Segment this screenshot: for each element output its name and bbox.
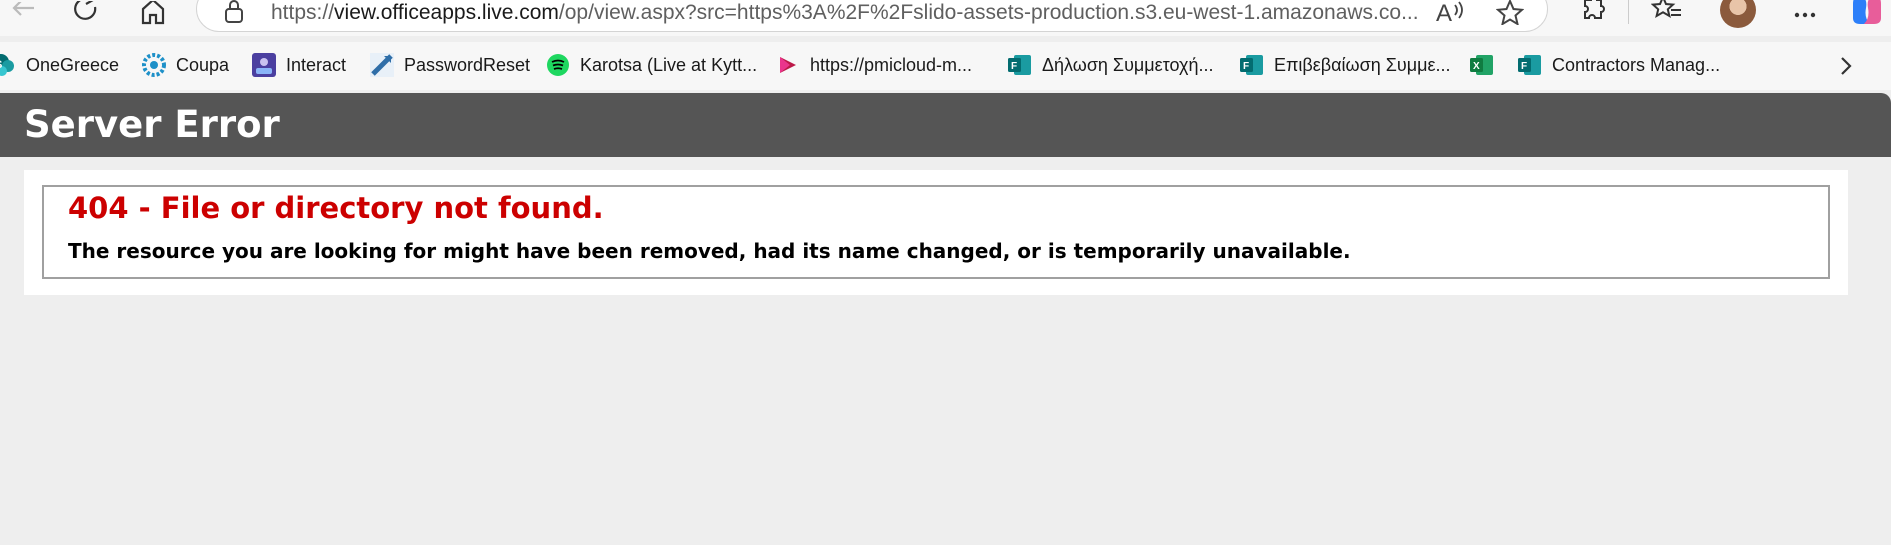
spotify-icon [546, 53, 570, 77]
address-bar[interactable]: https://view.officeapps.live.com/op/view… [196, 0, 1548, 32]
page-title: Server Error [24, 103, 280, 146]
error-header: Server Error [0, 93, 1891, 157]
svg-text:F: F [1243, 61, 1249, 72]
bookmark-karotsa[interactable]: Karotsa (Live at Kytt... [546, 52, 757, 78]
forms-icon: F [1008, 53, 1032, 77]
svg-text:S: S [0, 59, 2, 71]
error-box: 404 - File or directory not found. The r… [42, 185, 1830, 279]
refresh-icon[interactable] [72, 0, 102, 26]
excel-icon: X [1470, 53, 1494, 77]
bookmark-pmicloud[interactable]: https://pmicloud-m... [776, 52, 972, 78]
bookmark-excel[interactable]: X [1470, 52, 1504, 78]
more-icon[interactable] [1790, 0, 1820, 26]
forms-icon: F [1240, 53, 1264, 77]
bookmark-interact[interactable]: Interact [252, 52, 346, 78]
svg-text:F: F [1521, 61, 1527, 72]
svg-text:F: F [1011, 61, 1017, 72]
extensions-icon[interactable] [1578, 0, 1608, 26]
back-icon[interactable] [8, 0, 38, 26]
toolbar-divider [1628, 0, 1629, 24]
bookmarks-bar: S OneGreece Coupa Interact PasswordReset… [0, 42, 1891, 90]
chevron-right-icon[interactable] [1836, 54, 1856, 83]
bookmark-dilosi[interactable]: F Δήλωση Συμμετοχή... [1008, 52, 1214, 78]
bookmark-contractors[interactable]: F Contractors Manag... [1518, 52, 1720, 78]
svg-text:X: X [1473, 61, 1480, 72]
profile-avatar[interactable] [1720, 0, 1756, 28]
bookmark-epivevaiosi[interactable]: F Επιβεβαίωση Συμμε... [1240, 52, 1450, 78]
url-text[interactable]: https://view.officeapps.live.com/op/view… [271, 1, 1419, 25]
svg-text:A: A [1436, 0, 1452, 25]
interact-icon [252, 53, 276, 77]
favorites-icon[interactable] [1650, 0, 1684, 26]
copilot-icon[interactable] [1850, 0, 1884, 26]
favorite-star-icon[interactable] [1495, 0, 1525, 25]
forms-icon: F [1518, 53, 1542, 77]
error-message: The resource you are looking for might h… [68, 239, 1351, 263]
lock-icon[interactable] [223, 0, 245, 28]
bookmark-onegreece[interactable]: S OneGreece [0, 52, 119, 78]
error-heading: 404 - File or directory not found. [68, 191, 604, 225]
browser-toolbar: https://view.officeapps.live.com/op/view… [0, 0, 1891, 36]
home-icon[interactable] [138, 0, 168, 26]
bookmark-passwordreset[interactable]: PasswordReset [370, 52, 530, 78]
read-aloud-icon[interactable]: A [1435, 0, 1465, 25]
coupa-icon [142, 53, 166, 77]
stream-icon [776, 53, 800, 77]
content-panel: 404 - File or directory not found. The r… [24, 170, 1848, 295]
password-reset-icon [370, 53, 394, 77]
sharepoint-icon: S [0, 53, 16, 77]
bookmark-coupa[interactable]: Coupa [142, 52, 229, 78]
page-content: Server Error 404 - File or directory not… [0, 93, 1891, 545]
